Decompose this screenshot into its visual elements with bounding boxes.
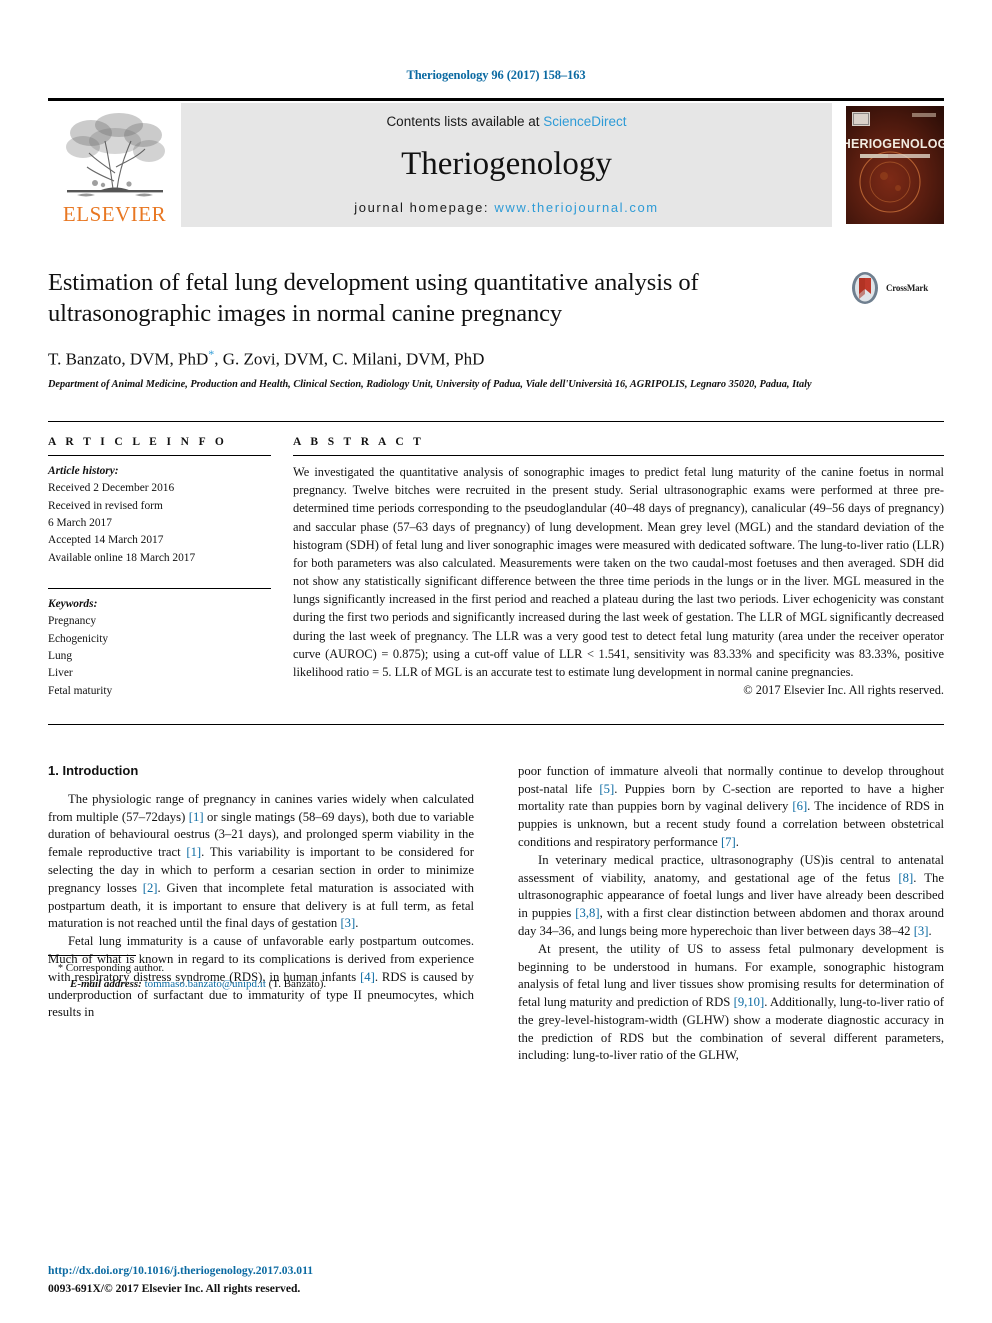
paragraph: At present, the utility of US to assess …	[518, 941, 945, 1063]
abstract-text: We investigated the quantitative analysi…	[293, 464, 944, 679]
email-link[interactable]: tommaso.banzato@unipd.it	[145, 978, 266, 990]
sciencedirect-link[interactable]: ScienceDirect	[543, 114, 626, 129]
body-columns: 1. Introduction The physiologic range of…	[48, 763, 944, 1065]
article-info-heading: A R T I C L E I N F O	[48, 435, 228, 448]
contents-prefix: Contents lists available at	[386, 114, 544, 129]
footnote-corresponding-line: * Corresponding author.	[48, 961, 474, 977]
footnote-star-icon: *	[58, 963, 63, 975]
keyword-item: Echogenicity	[48, 632, 109, 645]
journal-homepage-line: journal homepage: www.theriojournal.com	[354, 200, 658, 215]
paragraph: The physiologic range of pregnancy in ca…	[48, 791, 475, 931]
abstract-copyright: © 2017 Elsevier Inc. All rights reserved…	[743, 683, 944, 698]
info-abstract-region: A R T I C L E I N F O Article history: R…	[48, 420, 944, 700]
keyword-item: Lung	[48, 649, 73, 662]
history-item: Accepted 14 March 2017	[48, 534, 164, 547]
issn-copyright-line: 0093-691X/© 2017 Elsevier Inc. All right…	[48, 1281, 301, 1295]
journal-cover-image: THERIOGENOLOGY	[834, 106, 956, 224]
history-item: Received in revised form	[48, 499, 163, 512]
journal-masthead: ELSEVIER Contents lists available at Sci…	[48, 103, 956, 227]
keyword-item: Pregnancy	[48, 615, 97, 628]
elsevier-tree-icon	[65, 113, 165, 197]
article-page: Theriogenology 96 (2017) 158–163 ELSEVIE…	[0, 0, 992, 1323]
history-item: Available online 18 March 2017	[48, 551, 196, 564]
right-column: poor function of immature alveoli that n…	[518, 763, 944, 1065]
crossmark-label: CrossMark	[886, 283, 929, 293]
corresponding-author-text: Corresponding author.	[65, 962, 165, 975]
affiliation: Department of Animal Medicine, Productio…	[48, 379, 812, 391]
footnote-email-line: E-mail address: tommaso.banzato@unipd.it…	[48, 977, 474, 993]
footnote-rule	[48, 955, 136, 957]
elsevier-wordmark: ELSEVIER	[62, 202, 167, 226]
abstract-bottom-rule	[48, 723, 944, 725]
corresponding-author-footnote: * Corresponding author. E-mail address: …	[48, 955, 474, 993]
masthead-center-band: Contents lists available at ScienceDirec…	[181, 103, 832, 227]
journal-title: Theriogenology	[401, 146, 612, 182]
author-list: T. Banzato, DVM, PhD*, G. Zovi, DVM, C. …	[48, 347, 836, 370]
elsevier-logo: ELSEVIER	[48, 103, 181, 227]
masthead-top-rule	[48, 98, 944, 101]
authors-after-star: , G. Zovi, DVM, C. Milani, DVM, PhD	[214, 349, 485, 369]
keywords-rule	[48, 587, 271, 589]
paragraph: poor function of immature alveoli that n…	[518, 763, 944, 850]
doi-link[interactable]: http://dx.doi.org/10.1016/j.theriogenolo…	[48, 1262, 313, 1279]
abstract-rule	[293, 454, 944, 456]
abstract-column: A B S T R A C T We investigated the quan…	[293, 436, 944, 700]
email-owner: (T. Banzato).	[268, 978, 327, 991]
keywords-label: Keywords:	[48, 597, 98, 610]
history-item: 6 March 2017	[48, 516, 112, 529]
paper-title: Estimation of fetal lung development usi…	[48, 269, 699, 328]
keywords-block: Keywords: Pregnancy Echogenicity Lung Li…	[48, 587, 271, 700]
title-and-authors: Estimation of fetal lung development usi…	[48, 267, 848, 393]
svg-text:THERIOGENOLOGY: THERIOGENOLOGY	[846, 137, 944, 151]
left-column: 1. Introduction The physiologic range of…	[48, 763, 474, 1065]
authors-before-star: T. Banzato, DVM, PhD	[48, 349, 209, 369]
article-info-column: A R T I C L E I N F O Article history: R…	[48, 436, 293, 700]
crossmark-badge[interactable]: CrossMark	[848, 267, 944, 305]
article-history-label: Article history:	[48, 464, 119, 477]
email-address-label: E-mail address:	[70, 978, 142, 991]
journal-cover-thumbnail: THERIOGENOLOGY	[834, 106, 956, 224]
article-info-rule	[48, 454, 271, 456]
keyword-item: Liver	[48, 667, 73, 680]
history-item: Received 2 December 2016	[48, 482, 175, 495]
paragraph: In veterinary medical practice, ultrason…	[518, 852, 945, 938]
crossmark-icon	[852, 272, 878, 304]
journal-homepage-link[interactable]: www.theriojournal.com	[494, 200, 658, 215]
abstract-heading: A B S T R A C T	[293, 435, 425, 448]
running-head: Theriogenology 96 (2017) 158–163	[406, 68, 586, 82]
homepage-prefix: journal homepage:	[354, 200, 495, 215]
keyword-item: Fetal maturity	[48, 684, 113, 697]
section-heading-introduction: 1. Introduction	[48, 762, 139, 778]
page-footer: http://dx.doi.org/10.1016/j.theriogenolo…	[48, 1262, 313, 1297]
title-block: Estimation of fetal lung development usi…	[48, 267, 944, 393]
contents-available-line: Contents lists available at ScienceDirec…	[386, 114, 626, 129]
